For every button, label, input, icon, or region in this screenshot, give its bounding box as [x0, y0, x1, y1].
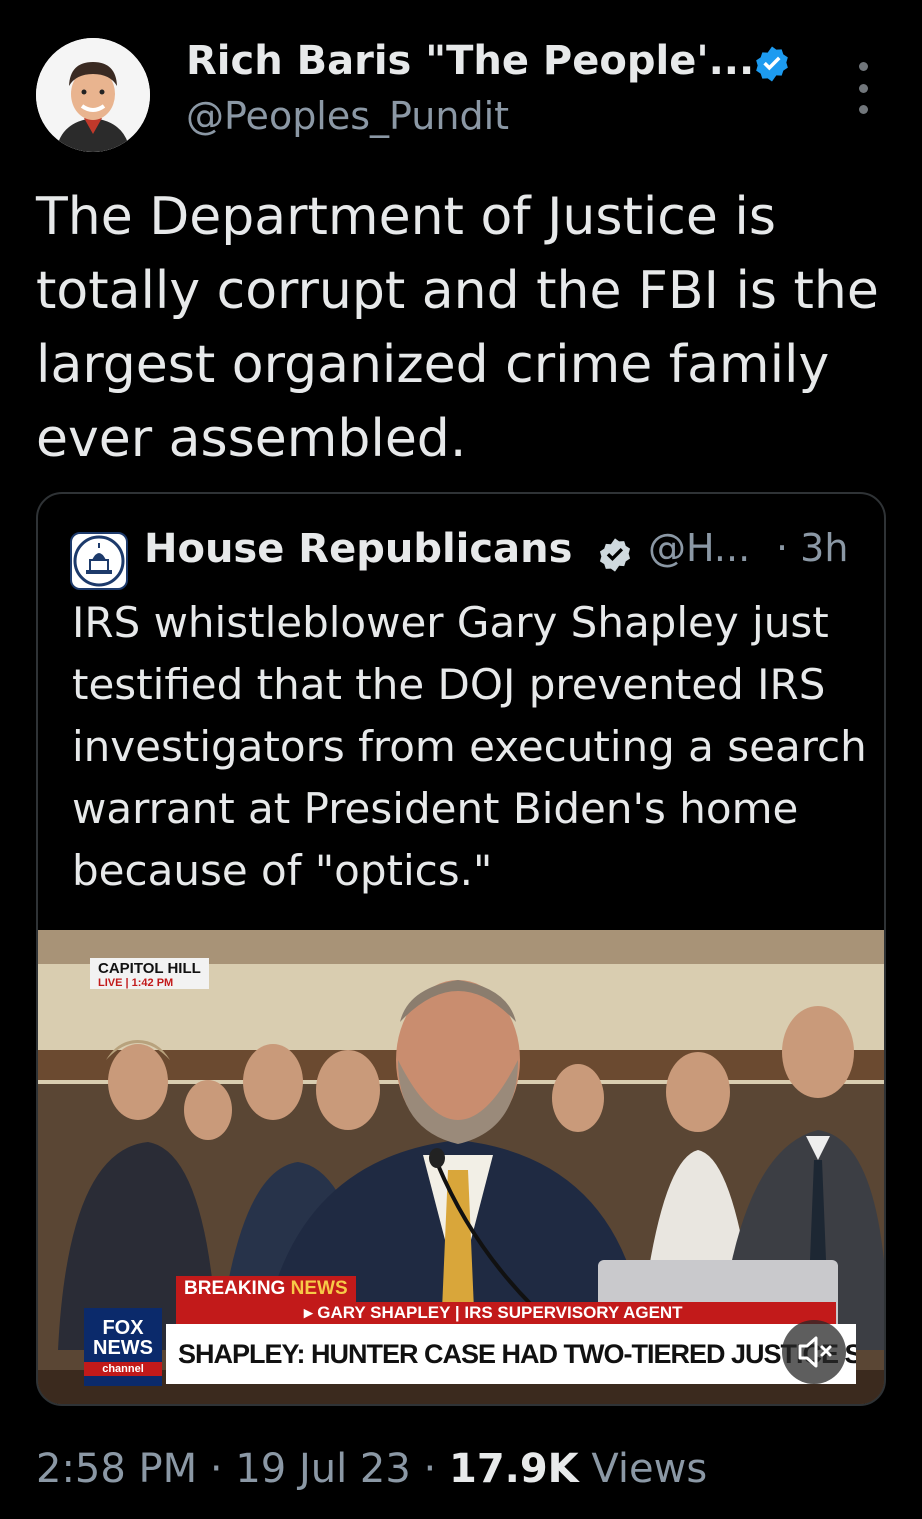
- more-icon: [858, 62, 868, 71]
- capitol-hill-tag: CAPITOL HILL LIVE | 1:42 PM: [90, 958, 209, 989]
- logo-line2: NEWS: [93, 1337, 153, 1359]
- quoted-author-avatar[interactable]: [70, 532, 128, 590]
- verified-icon: [599, 538, 631, 572]
- mute-toggle-button[interactable]: [782, 1320, 846, 1384]
- author-handle[interactable]: @Peoples_Pundit: [186, 94, 509, 138]
- video-player[interactable]: CAPITOL HILL LIVE | 1:42 PM FOX NEWS cha…: [38, 930, 884, 1404]
- capitol-seal-icon: [73, 535, 125, 587]
- tag-line1: CAPITOL HILL: [98, 960, 201, 977]
- views-count[interactable]: 17.9K: [449, 1446, 579, 1492]
- tweet-metadata: 2:58 PM · 19 Jul 23 · 17.9K Views: [36, 1446, 707, 1492]
- breaking-news-label: BREAKING NEWS: [176, 1276, 356, 1302]
- fox-news-logo: FOX NEWS channel: [84, 1308, 162, 1386]
- quoted-tweet-age: · 3h: [776, 526, 849, 570]
- logo-line1: FOX: [102, 1317, 144, 1339]
- quoted-tweet-card[interactable]: House Republicans @H... · 3h IRS whistle…: [36, 492, 886, 1406]
- speaker-muted-icon: [798, 1336, 832, 1368]
- news-chyron: FOX NEWS channel BREAKING NEWS ▸ GARY SH…: [38, 1270, 884, 1390]
- quoted-author-handle[interactable]: @H...: [648, 526, 750, 570]
- tweet-date[interactable]: 19 Jul 23: [235, 1446, 411, 1492]
- tag-line2: LIVE | 1:42 PM: [98, 977, 174, 989]
- breaking-label: BREAKING: [184, 1278, 286, 1299]
- author-name[interactable]: Rich Baris "The People'...: [186, 38, 754, 84]
- separator: ·: [423, 1446, 437, 1492]
- verified-icon: [756, 46, 788, 82]
- chyron-subline: ▸ GARY SHAPLEY | IRS SUPERVISORY AGENT: [176, 1302, 836, 1324]
- author-avatar[interactable]: [36, 38, 150, 152]
- views-label: Views: [591, 1446, 708, 1492]
- logo-line3: channel: [84, 1362, 162, 1376]
- chyron-headline: SHAPLEY: HUNTER CASE HAD TWO-TIERED JUST…: [166, 1324, 856, 1384]
- more-options-button[interactable]: [848, 58, 878, 118]
- tweet-text: The Department of Justice is totally cor…: [36, 187, 879, 469]
- quoted-author-name[interactable]: House Republicans: [144, 526, 572, 572]
- tweet-time[interactable]: 2:58 PM: [36, 1446, 197, 1492]
- quoted-tweet-text: IRS whistleblower Gary Shapley just test…: [72, 598, 867, 895]
- breaking-news-word: NEWS: [290, 1278, 348, 1299]
- separator: ·: [209, 1446, 223, 1492]
